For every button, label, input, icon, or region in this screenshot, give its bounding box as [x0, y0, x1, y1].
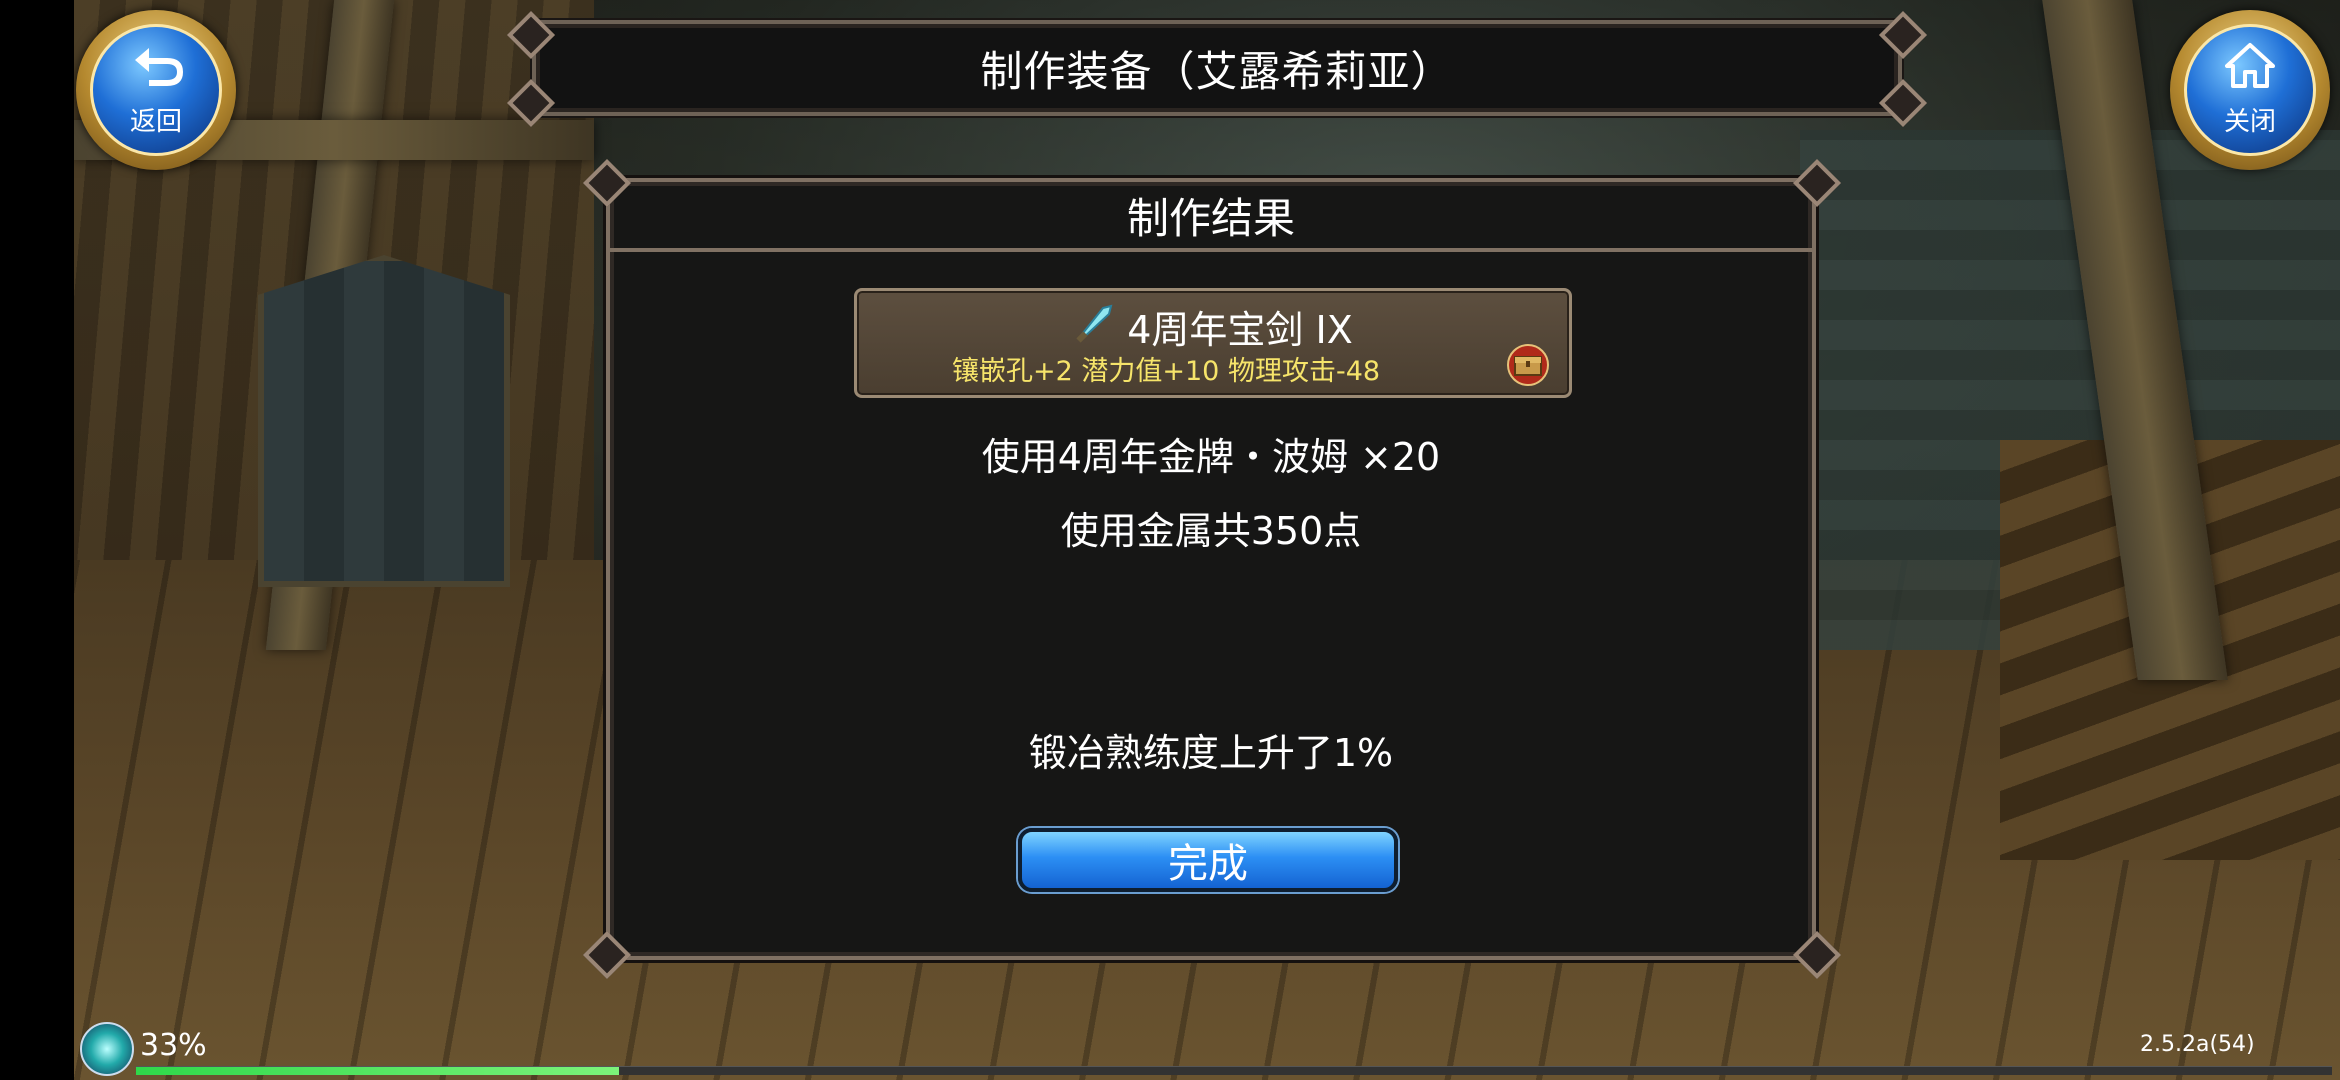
window-title-bar: 制作装备（艾露希莉亚） — [532, 20, 1902, 116]
done-label: 完成 — [1168, 841, 1248, 887]
close-button[interactable]: 关闭 — [2170, 10, 2330, 170]
panel-header: 制作结果 — [610, 182, 1812, 252]
result-panel: 制作结果 4周年宝剑 IX 镶嵌孔+2 潜力值+10 物理攻击-48 使用4周年… — [606, 178, 1816, 960]
item-stats: 镶嵌孔+2 潜力值+10 物理攻击-48 — [952, 356, 1381, 387]
door — [258, 255, 510, 587]
panel-title: 制作结果 — [1126, 193, 1295, 243]
battery-percent: 33% — [140, 1028, 207, 1063]
treasure-chest-icon — [1505, 343, 1551, 387]
screen-edge — [0, 0, 74, 1080]
sword-icon — [1073, 300, 1117, 353]
version-label: 2.5.2a(54) — [2140, 1032, 2255, 1057]
done-button[interactable]: 完成 — [1018, 828, 1398, 892]
progress-bar — [136, 1066, 2332, 1075]
back-arrow-icon — [129, 42, 183, 95]
item-name-row: 4周年宝剑 IX — [857, 299, 1569, 354]
back-button[interactable]: 返回 — [76, 10, 236, 170]
item-name: 4周年宝剑 IX — [1127, 308, 1353, 352]
material-used-text: 使用4周年金牌・波姆 ×20 — [981, 435, 1441, 479]
progress-bar-fill — [136, 1067, 620, 1075]
skill-increase-text: 锻冶熟练度上升了1% — [1028, 731, 1394, 775]
back-label: 返回 — [129, 107, 182, 137]
metal-used-text: 使用金属共350点 — [1060, 509, 1362, 553]
crafted-item-card[interactable]: 4周年宝剑 IX 镶嵌孔+2 潜力值+10 物理攻击-48 — [854, 288, 1572, 398]
window-title: 制作装备（艾露希莉亚） — [980, 46, 1454, 96]
close-label: 关闭 — [2223, 107, 2276, 137]
status-orb-icon — [80, 1022, 134, 1076]
home-icon — [2225, 42, 2275, 95]
